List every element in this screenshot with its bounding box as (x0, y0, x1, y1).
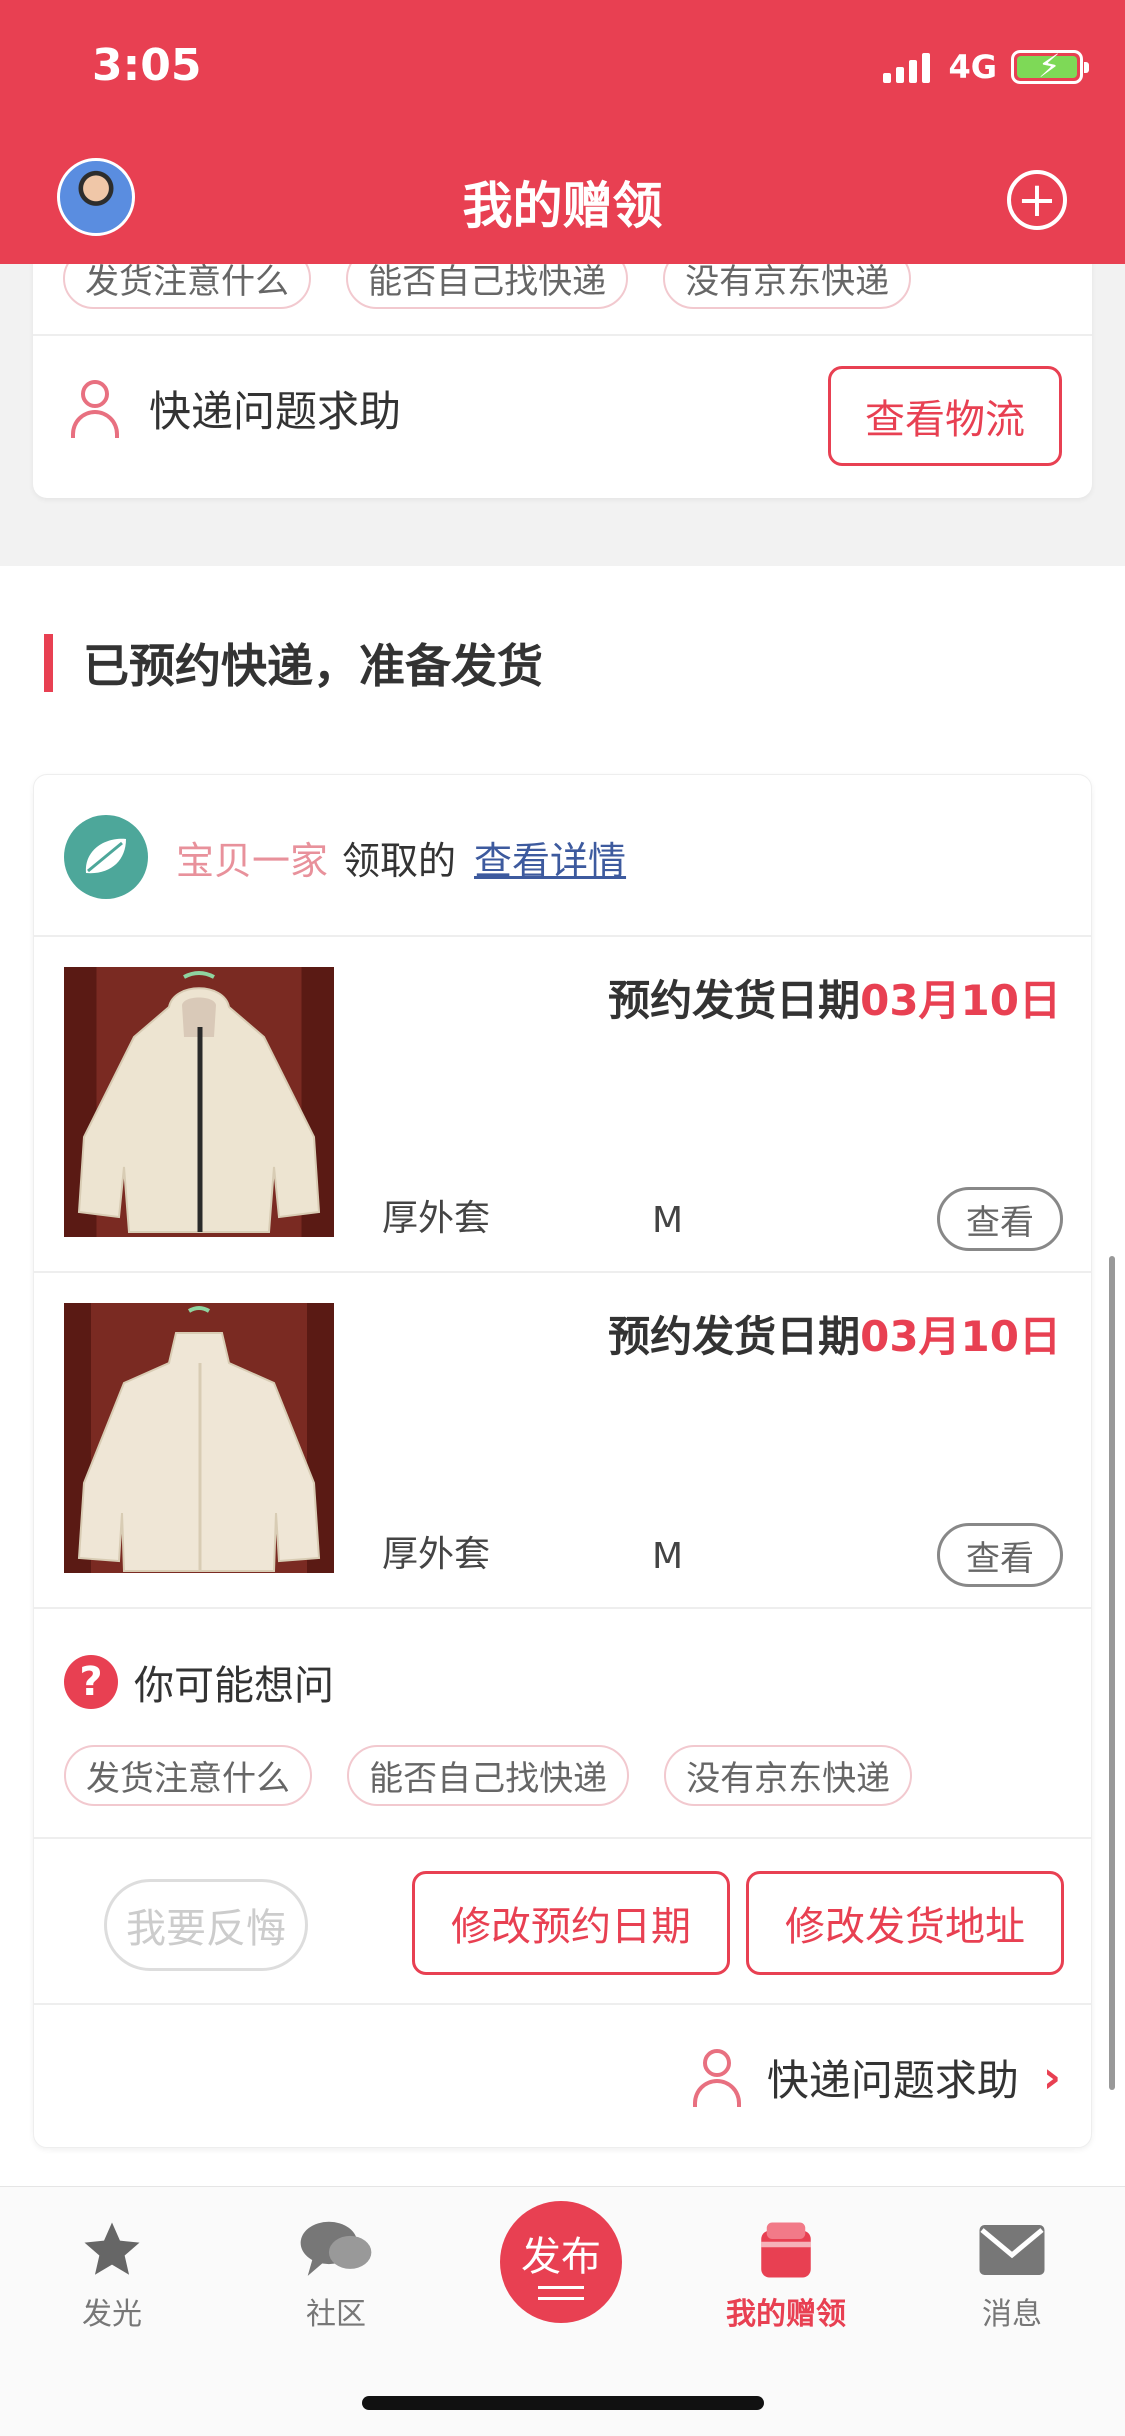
publish-label: 发布 (521, 2234, 601, 2280)
faq-section: ? 你可能想问 发货注意什么 能否自己找快递 没有京东快递 (34, 1607, 1091, 1837)
tab-label: 发光 (82, 2297, 142, 2332)
scrollbar[interactable] (1109, 1256, 1115, 2090)
tab-glow[interactable]: 发光 (32, 2215, 192, 2333)
status-indicators: 4G ⚡ (883, 48, 1089, 86)
courier-help-row[interactable]: 快递问题求助 › (34, 2003, 1091, 2147)
faq-chip[interactable]: 能否自己找快递 (347, 1745, 630, 1806)
chat-icon (256, 2215, 416, 2285)
signal-icon (883, 51, 931, 83)
person-icon (691, 2048, 743, 2107)
order-item: 预约发货日期03月10日 厚外套 M 查看 (34, 1271, 1091, 1607)
item-size: M (652, 1200, 684, 1241)
faq-chip[interactable]: 没有京东快递 (664, 1745, 913, 1806)
chevron-right-icon: › (1042, 2052, 1061, 2103)
star-icon (32, 2215, 192, 2285)
courier-help-label: 快递问题求助 (766, 2056, 1019, 2105)
tab-label: 社区 (306, 2297, 366, 2332)
leaf-logo-icon (64, 815, 148, 899)
item-size: M (652, 1536, 684, 1577)
publish-icon (538, 2286, 584, 2300)
tab-messages[interactable]: 消息 (932, 2215, 1092, 2333)
courier-help[interactable]: 快递问题求助 (69, 378, 401, 439)
home-indicator[interactable] (362, 2396, 764, 2410)
ship-date-value: 03月10日 (860, 1312, 1061, 1361)
item-name: 厚外套 (382, 1198, 491, 1239)
battery-charging-icon: ⚡ (1011, 49, 1089, 84)
received-text: 领取的 (342, 838, 457, 883)
faq-title: 你可能想问 (134, 1663, 334, 1709)
order-header: 宝贝一家 领取的 查看详情 (64, 815, 626, 899)
order-actions: 我要反悔 修改预约日期 修改发货地址 (34, 1837, 1091, 2003)
section-accent-bar (44, 634, 53, 692)
ship-date-label: 预约发货日期 (608, 976, 861, 1025)
network-label: 4G (948, 48, 997, 86)
section-title: 已预约快递，准备发货 (44, 630, 543, 696)
tab-my-gifts[interactable]: 我的赠领 (706, 2215, 866, 2333)
item-photo[interactable] (64, 967, 334, 1237)
gift-box-icon (706, 2215, 866, 2285)
header-bar: 3:05 4G ⚡ 我的赠领 + (0, 0, 1125, 264)
mail-icon (932, 2215, 1092, 2285)
person-icon (69, 379, 121, 438)
tab-label: 消息 (982, 2297, 1042, 2332)
ship-date: 预约发货日期03月10日 (608, 967, 1061, 1028)
add-icon[interactable]: + (1007, 170, 1067, 230)
ship-date: 预约发货日期03月10日 (608, 1303, 1061, 1364)
receiver-name[interactable]: 宝贝一家 (176, 830, 328, 885)
tab-community[interactable]: 社区 (256, 2215, 416, 2333)
faq-chip-row: 发货注意什么 能否自己找快递 没有京东快递 (64, 1745, 942, 1806)
question-icon: ? (64, 1655, 118, 1709)
faq-chip[interactable]: 发货注意什么 (64, 1745, 312, 1806)
view-item-button[interactable]: 查看 (937, 1187, 1063, 1251)
section-title-text: 已预约快递，准备发货 (83, 639, 543, 693)
ship-date-label: 预约发货日期 (608, 1312, 861, 1361)
view-item-button[interactable]: 查看 (937, 1523, 1063, 1587)
item-photo[interactable] (64, 1303, 334, 1573)
page-title: 我的赠领 (462, 177, 663, 235)
view-logistics-button[interactable]: 查看物流 (828, 366, 1062, 466)
status-time: 3:05 (92, 40, 202, 91)
modify-address-button[interactable]: 修改发货地址 (746, 1871, 1064, 1975)
modify-date-button[interactable]: 修改预约日期 (412, 1871, 730, 1975)
tab-label: 我的赠领 (726, 2297, 846, 2332)
view-detail-link[interactable]: 查看详情 (474, 830, 626, 885)
publish-button[interactable]: 发布 (500, 2201, 622, 2323)
item-name: 厚外套 (382, 1534, 491, 1575)
order-card: 宝贝一家 领取的 查看详情 预约发货日期03月10日 厚外套 M 查看 预约发货… (33, 774, 1092, 2148)
order-item: 预约发货日期03月10日 厚外套 M 查看 (34, 935, 1091, 1271)
courier-help-label: 快递问题求助 (149, 387, 402, 436)
ship-date-value: 03月10日 (860, 976, 1061, 1025)
regret-button[interactable]: 我要反悔 (104, 1879, 308, 1971)
